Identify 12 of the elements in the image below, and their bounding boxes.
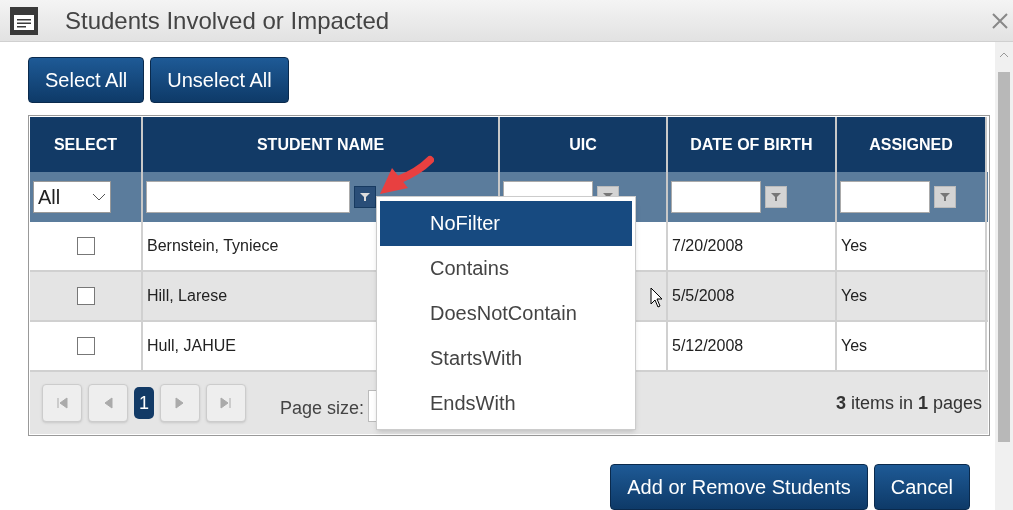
table-cell-text: Yes [841, 286, 868, 306]
pager-summary: 3 items in 1 pages [835, 391, 982, 415]
window-title: Students Involved or Impacted [65, 5, 390, 36]
table-cell-text: Hull, JAHUE [147, 336, 236, 356]
page-size-label: Page size: [280, 396, 365, 420]
table-cell-text: Yes [841, 236, 868, 256]
table-cell-text: Bernstein, Tyniece [147, 236, 279, 256]
table-cell-text: Yes [841, 336, 868, 356]
table-cell-text: 7/20/2008 [672, 236, 744, 256]
table-cell-text: Hill, Larese [147, 286, 228, 306]
table-cell-text: 5/5/2008 [672, 286, 735, 306]
table-cell-text: 5/12/2008 [672, 336, 744, 356]
